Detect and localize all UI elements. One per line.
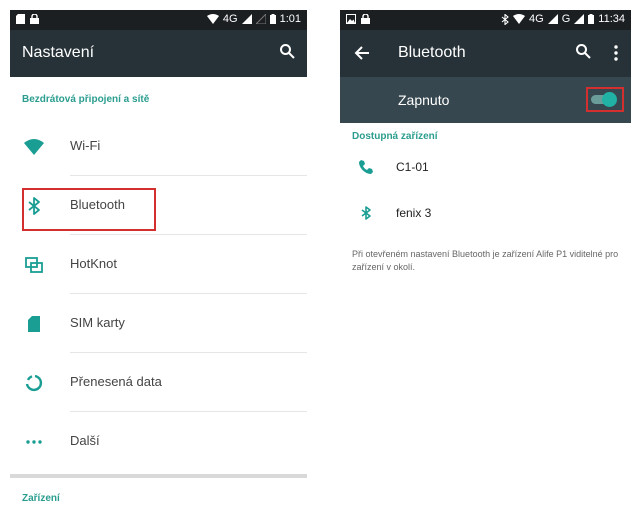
highlight-box xyxy=(586,87,624,112)
visibility-note: Při otevřeném nastavení Bluetooth je zař… xyxy=(352,249,619,272)
network-type: 4G xyxy=(529,13,544,25)
status-bar: 4G 1:01 xyxy=(10,10,307,30)
sd-card-icon xyxy=(16,14,25,24)
back-arrow-icon[interactable] xyxy=(354,45,370,61)
settings-item-sim[interactable]: SIM karty xyxy=(10,294,307,353)
settings-item-wifi[interactable]: Wi-Fi xyxy=(10,117,307,176)
switch-label: Zapnuto xyxy=(398,92,450,108)
highlight-box xyxy=(22,188,156,231)
search-icon[interactable] xyxy=(575,43,591,59)
signal-icon xyxy=(241,14,252,24)
section-header-available: Dostupná zařízení xyxy=(352,131,438,142)
settings-item-more[interactable]: Další xyxy=(10,412,307,471)
device-name: fenix 3 xyxy=(396,206,432,220)
page-title: Bluetooth xyxy=(398,44,466,61)
lock-icon xyxy=(361,14,370,24)
data-usage-icon xyxy=(25,374,43,392)
image-icon xyxy=(346,14,356,24)
device-item-c1-01[interactable]: C1-01 xyxy=(340,145,631,189)
more-vert-icon[interactable] xyxy=(613,45,619,61)
app-bar: Bluetooth xyxy=(340,30,631,77)
settings-item-label: Přenesená data xyxy=(70,374,162,389)
settings-item-label: Wi-Fi xyxy=(70,138,101,153)
lock-icon xyxy=(30,14,39,24)
sim-card-icon xyxy=(28,316,40,332)
signal-icon xyxy=(547,14,558,24)
app-bar: Nastavení xyxy=(10,30,307,77)
signal-icon-2 xyxy=(574,14,585,24)
settings-item-label: SIM karty xyxy=(70,315,125,330)
bluetooth-switch-bar[interactable]: Zapnuto xyxy=(340,77,631,123)
section-header-wireless: Bezdrátová připojení a sítě xyxy=(22,94,150,105)
wifi-icon xyxy=(24,139,44,155)
bluetooth-icon xyxy=(361,206,371,220)
wifi-status-icon xyxy=(206,14,219,24)
signal-empty-icon xyxy=(255,14,266,24)
settings-screen: 4G 1:01 Nastavení Bezdrátová připojení a… xyxy=(10,10,307,531)
device-item-fenix-3[interactable]: fenix 3 xyxy=(340,191,631,235)
bluetooth-status-icon xyxy=(501,13,509,25)
battery-icon xyxy=(269,14,276,24)
section-separator xyxy=(10,474,307,478)
hotknot-icon xyxy=(25,257,43,273)
settings-item-label: Další xyxy=(70,433,100,448)
clock: 11:34 xyxy=(598,13,625,25)
bluetooth-screen: 4G G 11:34 Bluetooth Zapnuto Dostupná za… xyxy=(340,10,631,531)
battery-icon xyxy=(588,14,595,24)
clock: 1:01 xyxy=(279,13,301,25)
device-name: C1-01 xyxy=(396,160,429,174)
status-bar: 4G G 11:34 xyxy=(340,10,631,30)
network-type-2: G xyxy=(561,13,571,25)
page-title: Nastavení xyxy=(22,44,95,61)
section-header-devices: Zařízení xyxy=(22,493,60,504)
settings-item-hotknot[interactable]: HotKnot xyxy=(10,235,307,294)
settings-item-data[interactable]: Přenesená data xyxy=(10,353,307,412)
more-dots-icon xyxy=(26,440,42,444)
search-icon[interactable] xyxy=(279,43,295,59)
phone-icon xyxy=(359,160,373,174)
wifi-status-icon xyxy=(513,14,526,24)
settings-item-label: HotKnot xyxy=(70,256,117,271)
network-type: 4G xyxy=(222,13,238,25)
